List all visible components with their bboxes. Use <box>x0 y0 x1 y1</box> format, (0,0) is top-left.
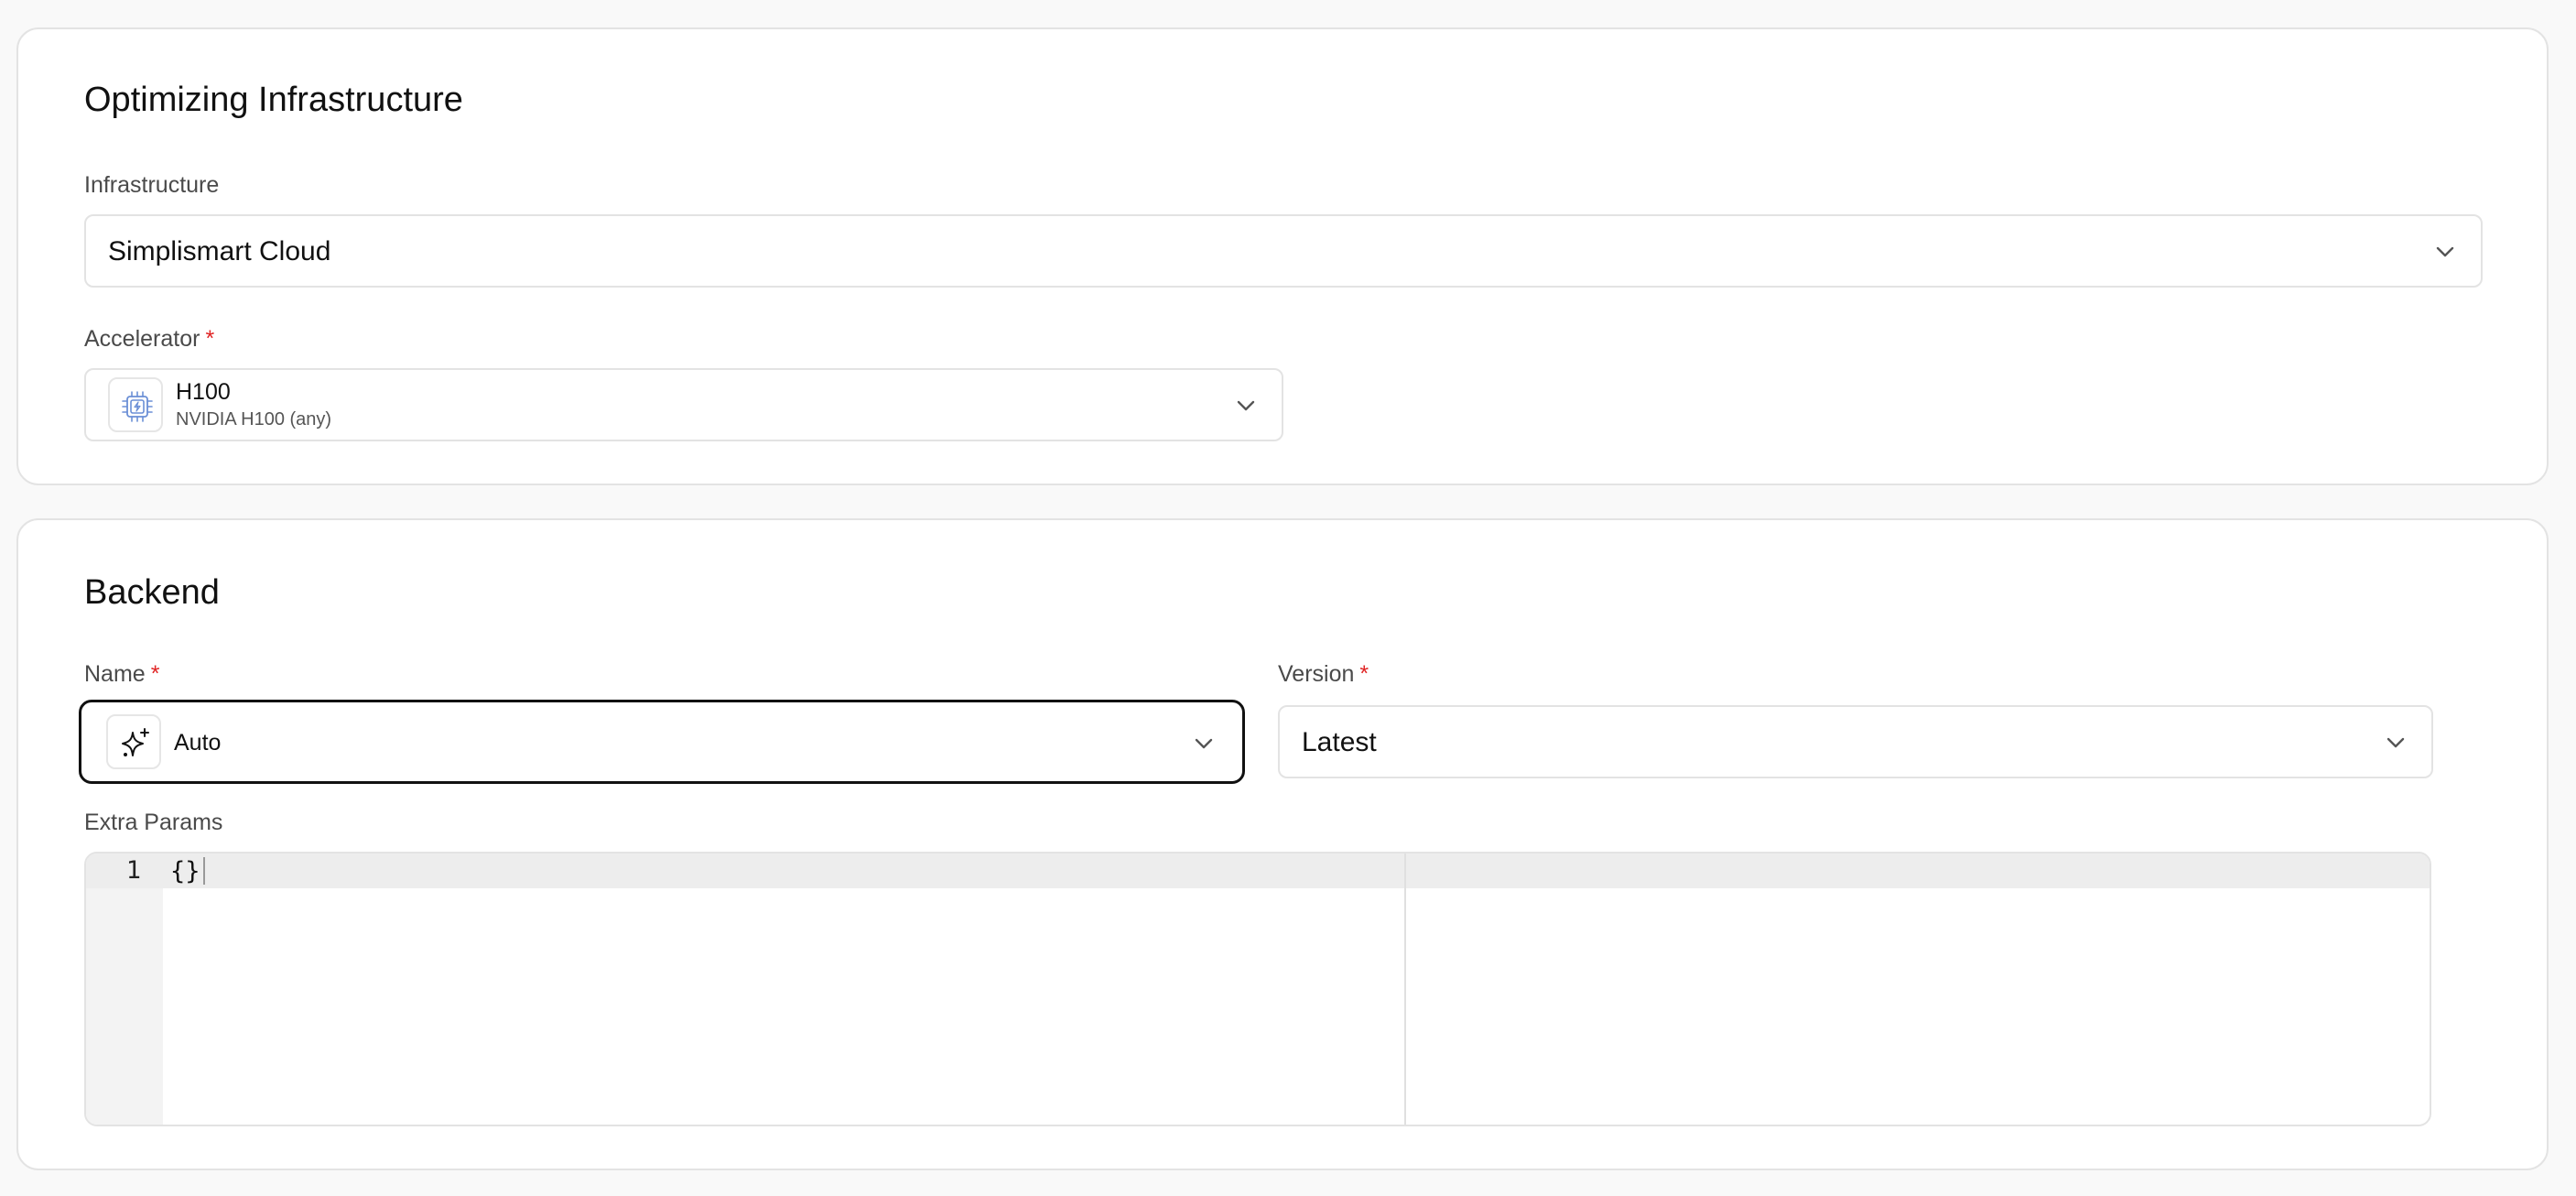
editor-active-line <box>86 854 2430 888</box>
accelerator-value-title: H100 <box>176 379 231 405</box>
backend-name-label-text: Name <box>84 661 146 687</box>
chevron-down-icon <box>1232 392 1260 419</box>
infrastructure-section-title: Optimizing Infrastructure <box>84 81 463 119</box>
infrastructure-card: Optimizing Infrastructure Infrastructure… <box>16 27 2549 485</box>
backend-name-value: Auto <box>174 730 222 756</box>
infrastructure-label: Infrastructure <box>84 174 219 197</box>
extra-params-label-text: Extra Params <box>84 810 223 835</box>
required-marker: * <box>150 661 160 687</box>
backend-section-title: Backend <box>84 573 220 612</box>
required-marker: * <box>1359 661 1369 687</box>
backend-version-label: Version * <box>1278 663 1369 686</box>
chevron-down-icon <box>2382 729 2409 756</box>
chevron-down-icon <box>2431 238 2459 266</box>
infrastructure-label-text: Infrastructure <box>84 172 220 198</box>
accelerator-label: Accelerator * <box>84 328 214 351</box>
chevron-down-icon <box>1190 730 1218 757</box>
sparkles-icon <box>106 714 161 769</box>
required-marker: * <box>205 326 215 352</box>
editor-code-text[interactable]: {} <box>170 857 200 886</box>
backend-version-label-text: Version <box>1278 661 1355 687</box>
extra-params-code-editor[interactable]: 1 {} <box>84 852 2431 1126</box>
editor-split-divider <box>1404 854 1406 1125</box>
backend-name-label: Name * <box>84 663 159 686</box>
editor-cursor <box>203 857 205 885</box>
backend-version-value: Latest <box>1302 727 1377 757</box>
backend-version-select[interactable]: Latest <box>1278 705 2433 778</box>
editor-line-number: 1 <box>125 856 141 885</box>
backend-name-select[interactable]: Auto <box>79 700 1245 784</box>
gpu-chip-icon <box>108 377 163 432</box>
accelerator-label-text: Accelerator <box>84 326 200 352</box>
accelerator-value-subtitle: NVIDIA H100 (any) <box>176 409 332 429</box>
backend-card: Backend Name * Auto Version * Latest Extra… <box>16 518 2549 1170</box>
infrastructure-select-value: Simplismart Cloud <box>108 236 331 266</box>
accelerator-select[interactable]: H100 NVIDIA H100 (any) <box>84 368 1283 441</box>
extra-params-label: Extra Params <box>84 811 222 834</box>
editor-gutter <box>86 854 163 1125</box>
infrastructure-select[interactable]: Simplismart Cloud <box>84 214 2483 288</box>
